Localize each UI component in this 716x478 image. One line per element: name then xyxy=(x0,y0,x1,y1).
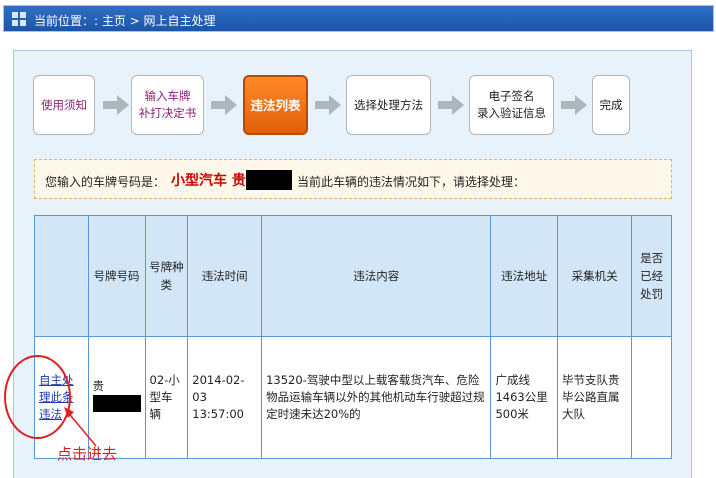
time-cell: 2014-02-03 13:57:00 xyxy=(187,336,263,459)
step-label: 选择处理方法 xyxy=(354,97,423,112)
plate-number: 小型汽车 贵 xyxy=(171,173,246,189)
column-header xyxy=(34,215,89,337)
step-input-plate[interactable]: 输入车牌 补打决定书 xyxy=(131,75,204,135)
address-cell: 广成线1463公里500米 xyxy=(490,336,559,459)
breadcrumb: 当前位置：: 主页 > 网上自主处理 xyxy=(34,14,216,28)
plate-info-suffix: 当前此车辆的违法情况如下，请选择处理： xyxy=(297,175,526,189)
agency-cell: 毕节支队贵毕公路直属大队 xyxy=(557,336,633,459)
step-choose-method[interactable]: 选择处理方法 xyxy=(346,75,431,135)
redacted-block xyxy=(246,170,292,190)
column-header: 是否已经处罚 xyxy=(631,215,672,337)
content-cell: 13520-驾驶中型以上载客载货汽车、危险物品运输车辆以外的其他机动车行驶超过规… xyxy=(261,336,492,459)
plate-prefix: 贵 xyxy=(92,379,105,393)
step-violation-list[interactable]: 违法列表 xyxy=(243,75,308,135)
plate-info-prefix: 您输入的车牌号码是： xyxy=(45,175,166,189)
step-label: 使用须知 xyxy=(41,97,87,112)
step-label: 完成 xyxy=(599,97,623,112)
column-header: 采集机关 xyxy=(557,215,633,337)
column-header: 号牌种类 xyxy=(144,215,189,337)
step-usage-notice[interactable]: 使用须知 xyxy=(33,75,95,135)
punished-cell xyxy=(631,336,672,459)
grid-icon xyxy=(12,12,26,26)
annotation-arrow-icon xyxy=(64,407,97,447)
column-header: 违法时间 xyxy=(187,215,263,337)
step-label: 输入车牌 xyxy=(144,89,191,103)
step-arrow-icon xyxy=(315,95,341,115)
step-arrow-icon xyxy=(211,95,237,115)
step-label: 违法列表 xyxy=(250,97,301,113)
step-e-signature[interactable]: 电子签名 录入验证信息 xyxy=(469,75,554,135)
violation-table: 号牌号码 号牌种类 违法时间 违法内容 违法地址 采集机关 是否已经处罚 自主处… xyxy=(34,215,672,459)
table-row: 自主处理此条违法 贵 02-小型车辆 2014-02-03 13:57:00 1… xyxy=(34,336,672,459)
step-label-sub: 录入验证信息 xyxy=(477,106,546,120)
step-arrow-icon xyxy=(561,95,587,115)
annotation-text: 点击进去 xyxy=(57,445,118,463)
step-label: 电子签名 xyxy=(488,89,535,103)
step-arrow-icon xyxy=(103,95,129,115)
step-complete[interactable]: 完成 xyxy=(592,75,630,135)
plate-type-cell: 02-小型车辆 xyxy=(144,336,189,459)
main-panel: 使用须知 输入车牌 补打决定书 违法列表 选择处理方法 电子签名 录入验证信息 … xyxy=(13,50,692,478)
table-header-row: 号牌号码 号牌种类 违法时间 违法内容 违法地址 采集机关 是否已经处罚 xyxy=(34,215,672,337)
step-arrow-icon xyxy=(438,95,464,115)
column-header: 违法地址 xyxy=(490,215,559,337)
step-label-sub: 补打决定书 xyxy=(138,106,197,120)
column-header: 号牌号码 xyxy=(87,215,146,337)
location-bar: 当前位置：: 主页 > 网上自主处理 xyxy=(3,5,714,32)
column-header: 违法内容 xyxy=(261,215,492,337)
plate-info-box: 您输入的车牌号码是： 小型汽车 贵 当前此车辆的违法情况如下，请选择处理： xyxy=(34,159,672,199)
